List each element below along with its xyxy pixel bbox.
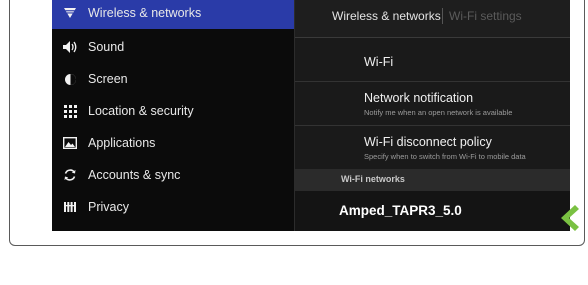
wifi-signal-icon (62, 5, 78, 21)
setting-subtitle: Notify me when an open network is availa… (364, 108, 513, 117)
wifi-networks-section-header: Wi-Fi networks (295, 169, 570, 191)
sidebar-item-screen[interactable]: Screen (52, 63, 294, 95)
sidebar-item-location-security[interactable]: Location & security (52, 95, 294, 127)
setting-wifi-disconnect-policy[interactable]: Wi-Fi disconnect policy Specify when to … (295, 126, 570, 169)
setting-title: Wi-Fi (364, 55, 394, 69)
breadcrumb-parent[interactable]: Wireless & networks (332, 9, 441, 23)
setting-subtitle: Specify when to switch from Wi-Fi to mob… (364, 152, 526, 161)
sidebar-item-label: Wireless & networks (88, 6, 202, 20)
setting-title: Network notification (364, 91, 474, 105)
sidebar-item-sound[interactable]: Sound (52, 31, 294, 63)
sidebar-item-label: Sound (88, 40, 125, 54)
setting-network-notification[interactable]: Network notification Notify me when an o… (295, 82, 570, 126)
sidebar-item-label: Applications (88, 136, 156, 150)
privacy-icon (62, 199, 78, 215)
sidebar-item-label: Accounts & sync (88, 168, 181, 182)
keypad-grid-icon (62, 103, 78, 119)
device-screen: Wireless & networks Sound Screen Locatio… (52, 0, 570, 231)
setting-title: Wi-Fi disconnect policy (364, 135, 492, 149)
setting-wifi[interactable]: Wi-Fi (295, 38, 570, 82)
screenshot-frame: Wireless & networks Sound Screen Locatio… (9, 0, 585, 246)
sidebar-item-privacy[interactable]: Privacy (52, 191, 294, 223)
brightness-icon (62, 71, 78, 87)
sidebar-item-wireless-networks[interactable]: Wireless & networks (52, 0, 294, 29)
breadcrumb-current: Wi-Fi settings (449, 9, 522, 23)
section-label: Wi-Fi networks (341, 174, 405, 184)
sidebar-item-label: Screen (88, 72, 128, 86)
breadcrumb: Wireless & networks Wi-Fi settings (295, 0, 570, 38)
sidebar-item-accounts-sync[interactable]: Accounts & sync (52, 159, 294, 191)
pointer-chevron-icon (561, 205, 579, 231)
settings-detail-pane: Wireless & networks Wi-Fi settings Wi-Fi… (295, 0, 570, 231)
sidebar-item-label: Location & security (88, 104, 194, 118)
sidebar-item-label: Privacy (88, 200, 129, 214)
network-name: Amped_TAPR3_5.0 (339, 203, 462, 218)
applications-icon (62, 135, 78, 151)
settings-sidebar: Wireless & networks Sound Screen Locatio… (52, 0, 294, 231)
sidebar-item-applications[interactable]: Applications (52, 127, 294, 159)
sync-icon (62, 167, 78, 183)
wifi-network-item[interactable]: Amped_TAPR3_5.0 (295, 191, 570, 231)
breadcrumb-separator (442, 8, 443, 24)
speaker-icon (62, 39, 78, 55)
